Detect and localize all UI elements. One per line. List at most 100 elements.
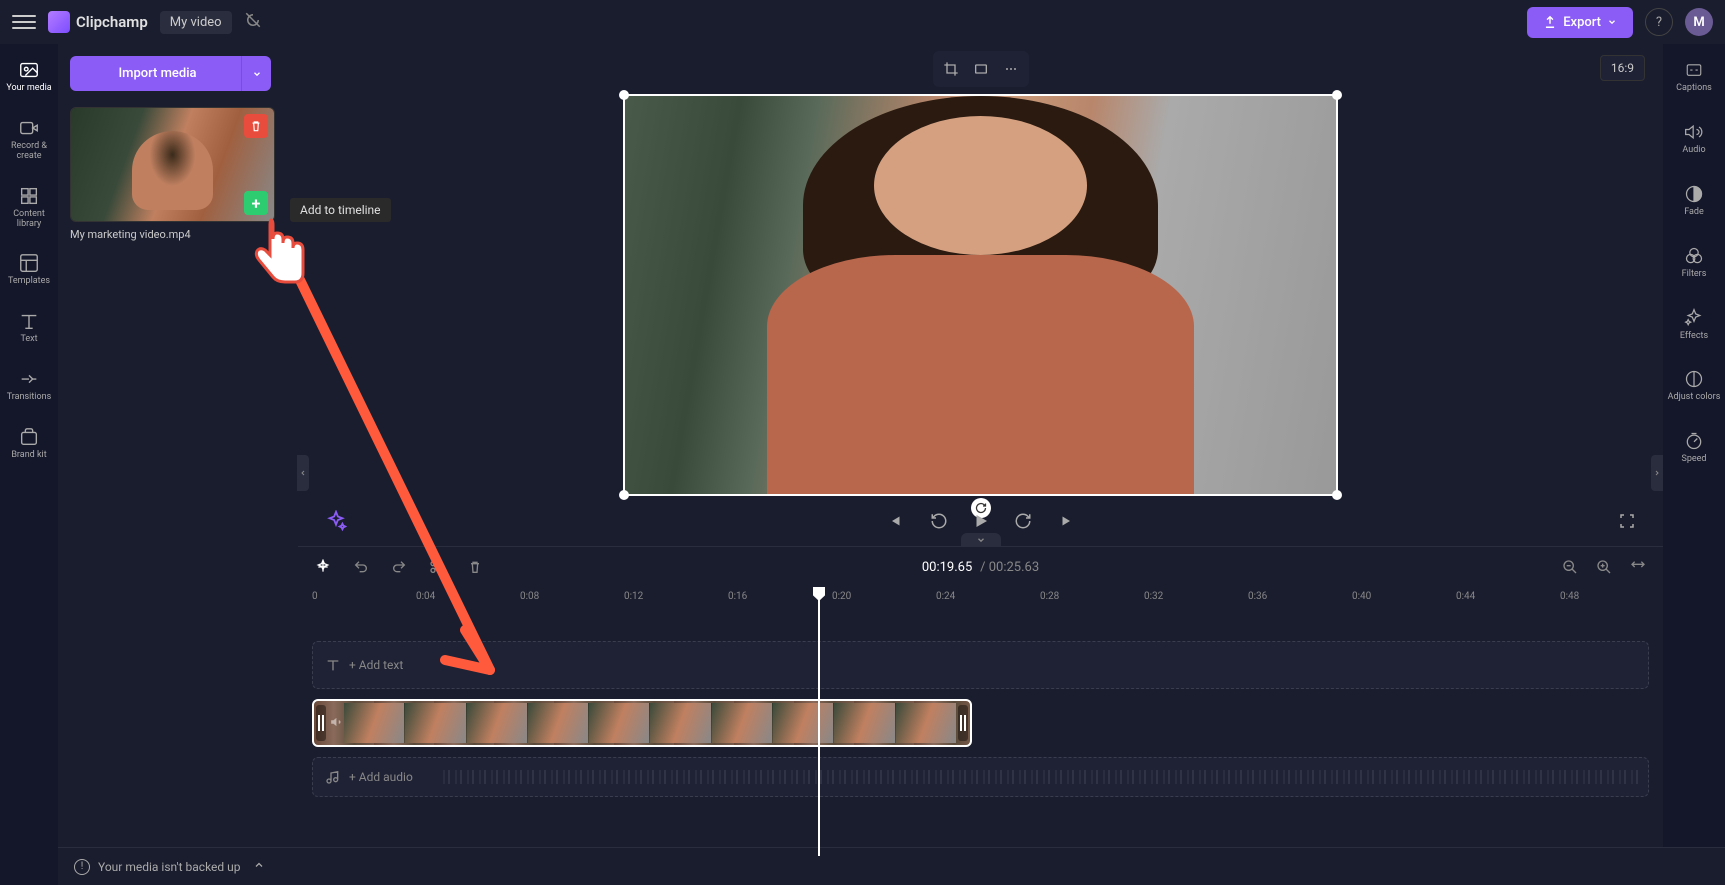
text-icon: [325, 657, 341, 673]
ruler-tick: 0:32: [1144, 591, 1163, 602]
export-button[interactable]: Export: [1527, 7, 1633, 38]
music-icon: [325, 769, 341, 785]
audio-icon: [1682, 120, 1706, 144]
captions-icon: [1682, 58, 1706, 82]
zoom-fit-button[interactable]: [1627, 556, 1649, 578]
sidebar-captions[interactable]: Captions: [1663, 56, 1725, 96]
clipchamp-logo-icon: [48, 11, 70, 33]
help-button[interactable]: ?: [1645, 8, 1673, 36]
undo-button[interactable]: [350, 556, 372, 578]
media-filename: My marketing video.mp4: [70, 228, 286, 241]
backup-warning-text: Your media isn't backed up: [98, 860, 241, 874]
sidebar-content-library[interactable]: Content library: [0, 182, 58, 232]
skip-forward-button[interactable]: [1055, 509, 1079, 533]
left-sidebar: Your media Record & create Content libra…: [0, 44, 58, 885]
brandkit-icon: [17, 425, 41, 449]
fit-tool[interactable]: [967, 55, 995, 83]
sidebar-fade[interactable]: Fade: [1663, 180, 1725, 220]
add-to-timeline-button[interactable]: +: [244, 191, 268, 215]
timeline: 00:19.65 / 00:25.63 00:040:080:120:160:2…: [298, 546, 1663, 856]
more-tools[interactable]: [997, 55, 1025, 83]
sidebar-speed[interactable]: Speed: [1663, 427, 1725, 467]
sidebar-text[interactable]: Text: [0, 307, 58, 347]
fullscreen-button[interactable]: [1615, 509, 1639, 533]
media-icon: [17, 58, 41, 82]
sync-off-icon[interactable]: [244, 11, 262, 34]
sidebar-adjust-colors[interactable]: Adjust colors: [1663, 365, 1725, 405]
zoom-in-button[interactable]: [1593, 556, 1615, 578]
center-area: 16:9: [298, 44, 1663, 885]
timeline-expand-toggle[interactable]: [961, 533, 1001, 547]
video-preview[interactable]: [623, 94, 1338, 496]
ruler-tick: 0:36: [1248, 591, 1267, 602]
aspect-ratio-button[interactable]: 16:9: [1600, 55, 1645, 81]
delete-tool[interactable]: [464, 556, 486, 578]
resize-handle-tl[interactable]: [619, 90, 629, 100]
collapse-panel-button[interactable]: [297, 455, 309, 491]
media-thumbnail[interactable]: +: [70, 107, 275, 222]
app-name: Clipchamp: [76, 13, 148, 31]
record-icon: [17, 116, 41, 140]
clip-trim-right[interactable]: [958, 705, 968, 740]
forward-button[interactable]: [1011, 509, 1035, 533]
resize-handle-tr[interactable]: [1332, 90, 1342, 100]
ruler-tick: 0:20: [832, 591, 851, 602]
warning-icon: !: [74, 859, 90, 875]
skip-back-button[interactable]: [883, 509, 907, 533]
media-panel: Import media + My marketing video.mp4: [58, 44, 298, 885]
adjust-icon: [1682, 367, 1706, 391]
play-button[interactable]: [971, 511, 991, 531]
duration: 00:25.63: [989, 560, 1039, 575]
sidebar-your-media[interactable]: Your media: [0, 56, 58, 96]
timeline-tracks: + Add text: [298, 611, 1663, 807]
export-label: Export: [1563, 15, 1601, 30]
current-time: 00:19.65: [922, 560, 972, 575]
timeline-ruler[interactable]: 00:040:080:120:160:200:240:280:320:360:4…: [298, 587, 1663, 611]
sidebar-effects[interactable]: Effects: [1663, 304, 1725, 344]
preview-frame: [625, 96, 1336, 494]
ruler-tick: 0:12: [624, 591, 643, 602]
status-expand-button[interactable]: [253, 859, 265, 874]
add-clip-tool[interactable]: [312, 556, 334, 578]
library-icon: [17, 184, 41, 208]
timeline-toolbar: 00:19.65 / 00:25.63: [298, 547, 1663, 587]
text-track[interactable]: + Add text: [312, 641, 1649, 689]
delete-media-button[interactable]: [244, 114, 268, 138]
topbar: Clipchamp My video Export ? M: [0, 0, 1725, 44]
user-avatar[interactable]: M: [1685, 8, 1713, 36]
sidebar-audio[interactable]: Audio: [1663, 118, 1725, 158]
import-media-button[interactable]: Import media: [70, 56, 245, 91]
rewind-button[interactable]: [927, 509, 951, 533]
split-tool[interactable]: [426, 556, 448, 578]
audio-track[interactable]: + Add audio: [312, 757, 1649, 797]
video-clip[interactable]: [312, 699, 972, 747]
import-dropdown-button[interactable]: [241, 56, 271, 91]
timecode-display: 00:19.65 / 00:25.63: [922, 560, 1039, 575]
transitions-icon: [17, 367, 41, 391]
sidebar-record-create[interactable]: Record & create: [0, 114, 58, 164]
playhead[interactable]: [818, 587, 820, 856]
ai-magic-button[interactable]: [322, 507, 350, 535]
preview-toolbar: 16:9: [298, 44, 1663, 94]
ruler-tick: 0: [312, 591, 318, 602]
add-text-label: + Add text: [349, 658, 403, 672]
collapse-right-panel-button[interactable]: [1651, 455, 1663, 491]
text-icon: [17, 309, 41, 333]
ruler-tick: 0:08: [520, 591, 539, 602]
clip-trim-left[interactable]: [316, 705, 326, 740]
sidebar-templates[interactable]: Templates: [0, 249, 58, 289]
redo-button[interactable]: [388, 556, 410, 578]
sidebar-transitions[interactable]: Transitions: [0, 365, 58, 405]
clip-audio-icon: [330, 714, 344, 733]
effects-icon: [1682, 306, 1706, 330]
crop-tool[interactable]: [937, 55, 965, 83]
filters-icon: [1682, 244, 1706, 268]
menu-button[interactable]: [12, 10, 36, 34]
app-logo[interactable]: Clipchamp: [48, 11, 148, 33]
audio-waveform-placeholder: [443, 770, 1638, 784]
sidebar-brand-kit[interactable]: Brand kit: [0, 423, 58, 463]
ruler-tick: 0:44: [1456, 591, 1475, 602]
zoom-out-button[interactable]: [1559, 556, 1581, 578]
video-title[interactable]: My video: [160, 11, 232, 34]
sidebar-filters[interactable]: Filters: [1663, 242, 1725, 282]
